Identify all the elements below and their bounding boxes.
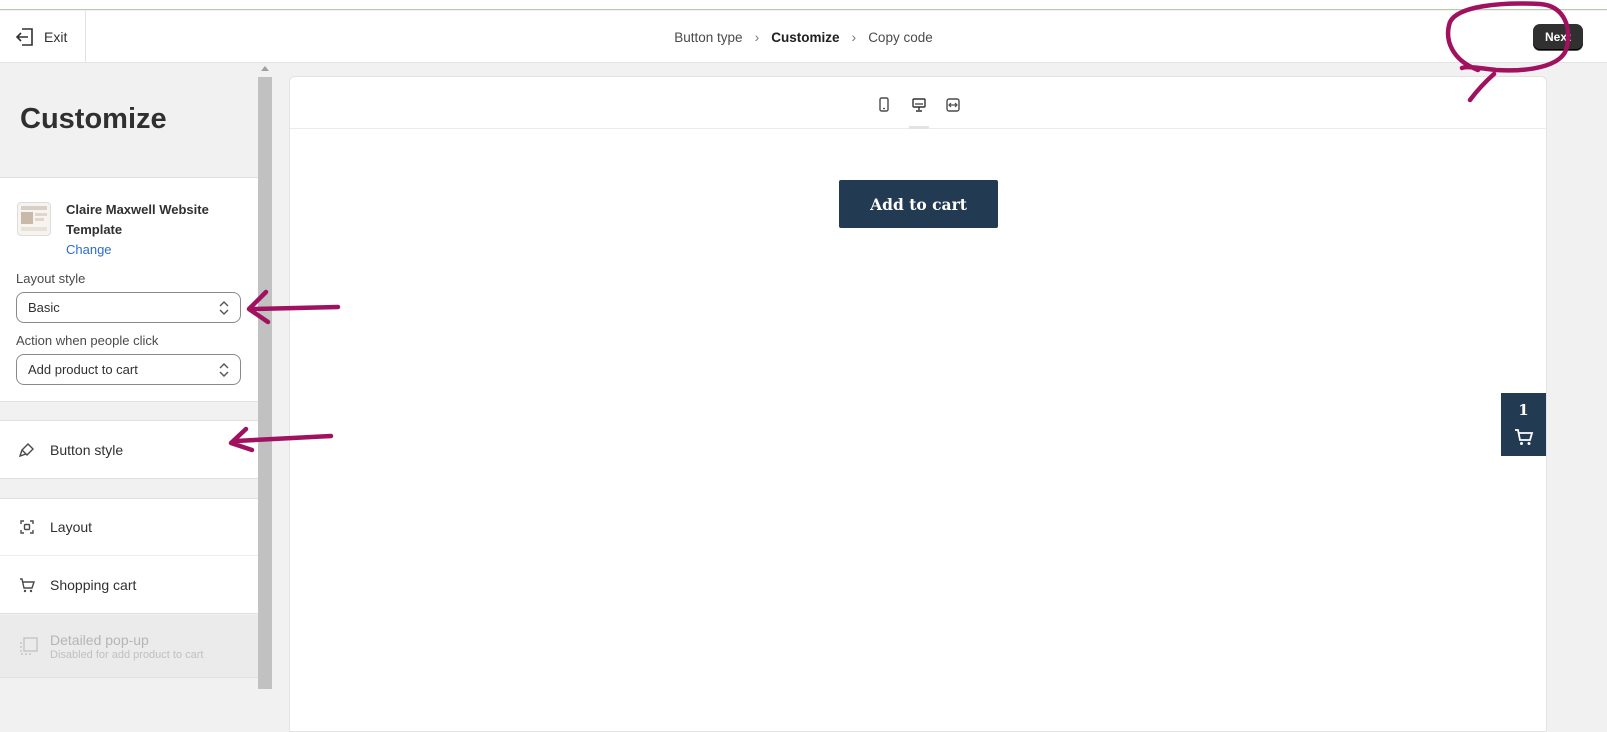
button-style-section[interactable]: Button style [0, 420, 264, 479]
sidebar-scrollbar-thumb[interactable] [258, 77, 272, 689]
breadcrumb: Button type › Customize › Copy code [0, 11, 1607, 63]
breadcrumb-button-type[interactable]: Button type [674, 30, 742, 45]
sidebar-header: Customize [0, 63, 264, 178]
add-to-cart-button[interactable]: Add to cart [839, 180, 998, 228]
select-chevron-icon [219, 301, 229, 315]
fullwidth-icon [946, 98, 960, 112]
cart-tab[interactable]: 1 [1501, 393, 1546, 456]
layout-section[interactable]: Layout [0, 498, 264, 556]
detailed-popup-note: Disabled for add product to cart [50, 648, 204, 661]
layout-style-select[interactable]: Basic [16, 292, 241, 323]
preview-panel: Add to cart [289, 76, 1547, 732]
cart-count: 1 [1518, 401, 1529, 419]
chevron-right-icon: › [754, 29, 760, 45]
top-accent-line [0, 0, 1607, 10]
change-template-link[interactable]: Change [66, 242, 112, 257]
mobile-view-button[interactable] [874, 95, 894, 115]
next-button[interactable]: Next [1533, 24, 1583, 50]
breadcrumb-copy-code[interactable]: Copy code [868, 30, 933, 45]
cart-icon [1515, 429, 1534, 445]
template-thumbnail [17, 202, 51, 236]
sidebar: Customize Claire Maxwell Website Templat… [0, 63, 264, 732]
active-device-indicator [909, 126, 929, 129]
device-toolbar [290, 77, 1546, 129]
click-action-select[interactable]: Add product to cart [16, 354, 241, 385]
exit-icon [15, 28, 33, 46]
template-settings-card: Claire Maxwell Website Template Change L… [0, 178, 264, 402]
fullwidth-view-button[interactable] [943, 95, 963, 115]
exit-label: Exit [44, 29, 68, 45]
detailed-popup-label: Detailed pop-up [50, 631, 149, 648]
desktop-icon [912, 98, 926, 112]
click-action-value: Add product to cart [28, 362, 138, 377]
layout-label: Layout [50, 519, 93, 535]
detailed-popup-section: Detailed pop-up Disabled for add product… [0, 615, 264, 678]
button-style-label: Button style [50, 441, 124, 458]
chevron-right-icon: › [851, 29, 857, 45]
layout-style-label: Layout style [16, 271, 86, 286]
layout-style-value: Basic [28, 300, 60, 315]
popup-icon [20, 637, 38, 655]
shopping-cart-label: Shopping cart [50, 576, 137, 593]
page-title: Customize [20, 103, 167, 135]
layout-icon [20, 520, 34, 534]
exit-button[interactable]: Exit [0, 11, 86, 63]
desktop-view-button[interactable] [909, 95, 929, 115]
mobile-icon [879, 97, 889, 112]
click-action-label: Action when people click [16, 333, 159, 348]
top-bar: Exit Button type › Customize › Copy code… [0, 11, 1607, 63]
shopping-cart-section[interactable]: Shopping cart [0, 556, 264, 614]
cart-icon [20, 577, 35, 592]
brush-icon [19, 442, 34, 457]
template-name: Claire Maxwell Website Template [66, 202, 209, 237]
select-chevron-icon [219, 363, 229, 377]
breadcrumb-customize[interactable]: Customize [771, 30, 839, 45]
scroll-up-arrow-icon[interactable] [261, 66, 269, 71]
